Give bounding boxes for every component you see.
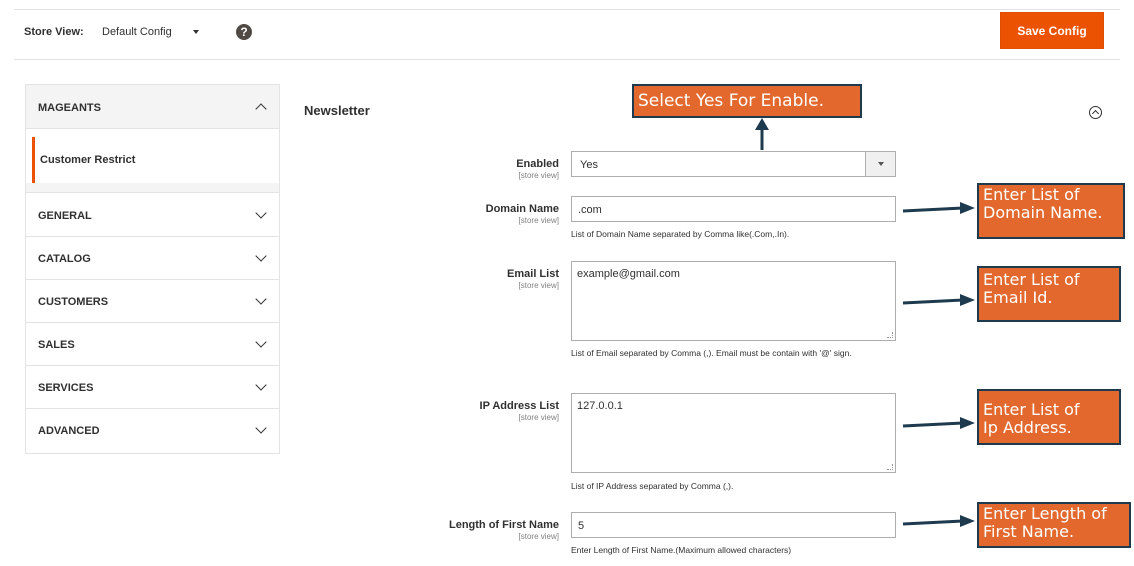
callout-ip: Enter List of Ip Address. (977, 389, 1121, 445)
arrow-ip (902, 421, 964, 428)
callout-enable: Select Yes For Enable. (632, 84, 862, 118)
callout-line: Enter Length of (983, 504, 1107, 523)
callout-line: Enter List of (983, 400, 1080, 419)
callout-line: Enter List of (983, 270, 1080, 289)
arrow-email (902, 298, 964, 305)
callout-line: Ip Address. (983, 418, 1072, 437)
callout-line: Enter List of (983, 185, 1080, 204)
callout-line: First Name. (983, 522, 1075, 541)
callout-text: Select Yes For Enable. (638, 91, 824, 111)
callout-email: Enter List of Email Id. (977, 266, 1121, 322)
arrow-domain (902, 206, 964, 213)
callout-first-name: Enter Length of First Name. (977, 502, 1131, 548)
callout-line: Domain Name. (983, 203, 1103, 222)
callout-line: Email Id. (983, 288, 1053, 307)
callout-domain: Enter List of Domain Name. (977, 183, 1125, 239)
annotation-arrows (755, 118, 975, 527)
arrow-first-name (902, 519, 964, 526)
